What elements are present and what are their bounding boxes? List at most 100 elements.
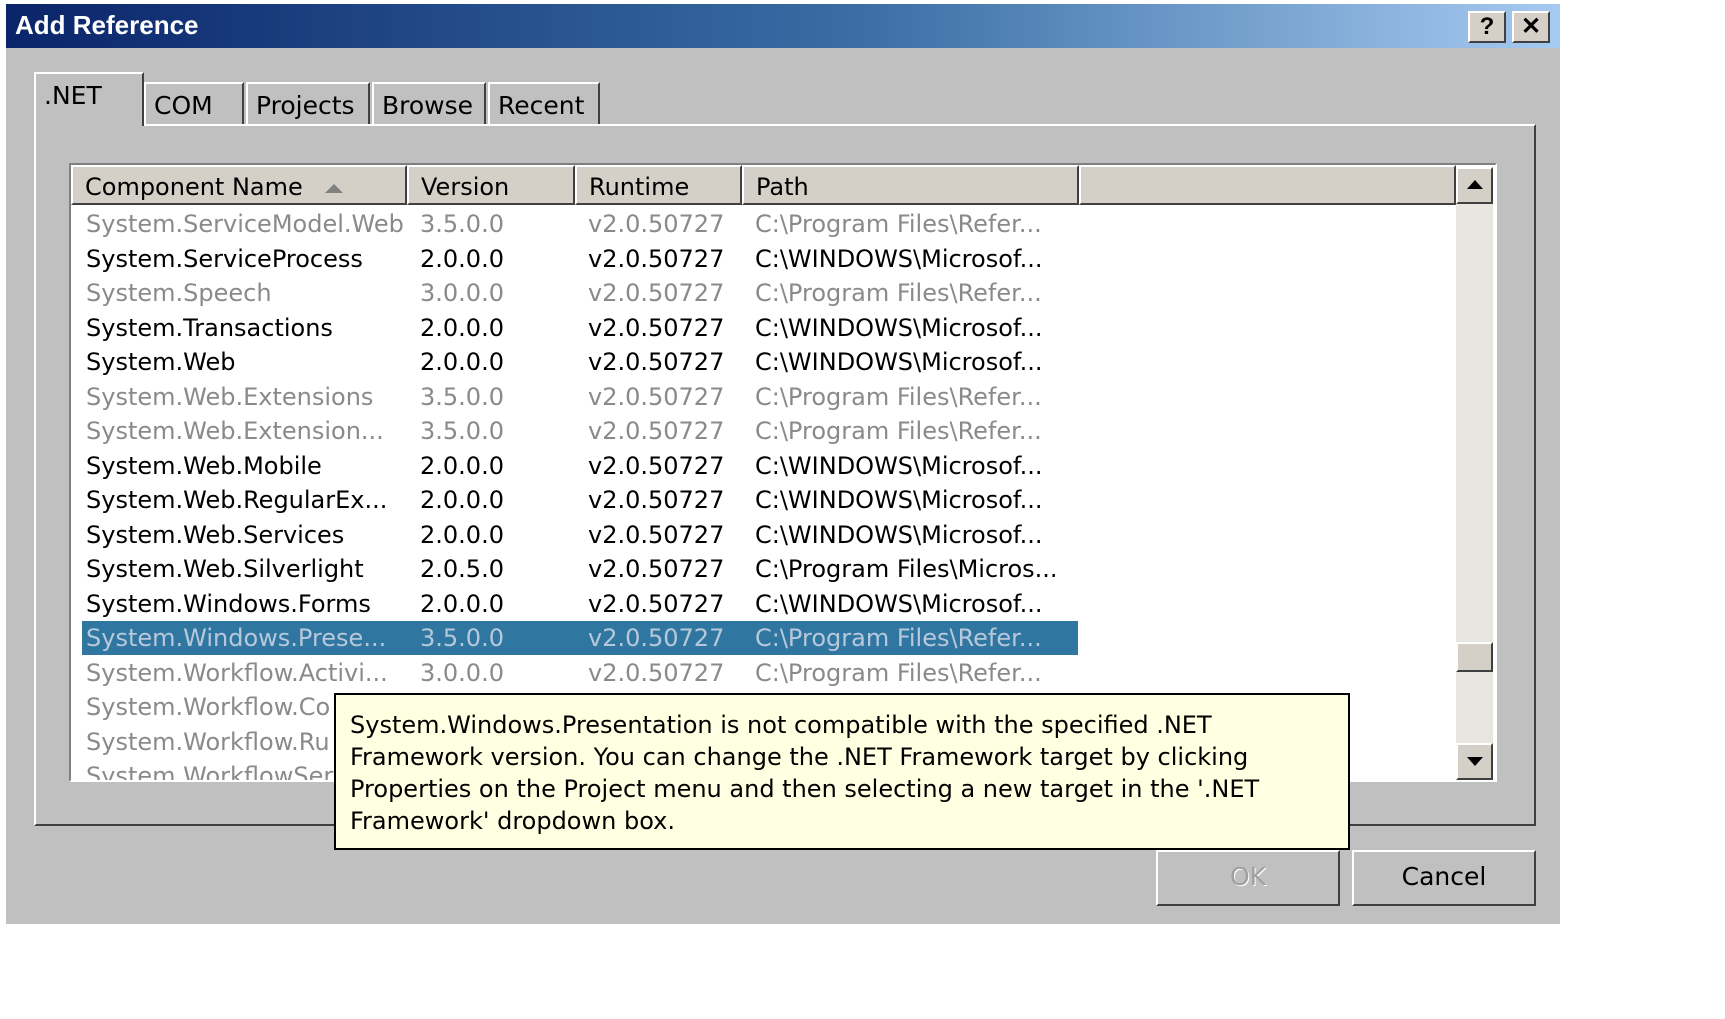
tab-label: COM	[154, 91, 213, 120]
help-button[interactable]: ?	[1468, 11, 1506, 43]
table-row[interactable]: System.Windows.Forms 2.0.0.0 v2.0.50727 C:\…	[82, 587, 1078, 621]
cell-name: System.Web.RegularEx...	[86, 486, 388, 514]
tab-label: .NET	[44, 81, 102, 110]
cell-path: C:\WINDOWS\Microsof...	[755, 520, 1043, 549]
sort-ascending-icon	[324, 183, 343, 193]
tab-dotnet[interactable]: .NET	[34, 72, 144, 126]
table-row[interactable]: System.Web 2.0.0.0 v2.0.50727 C:\WINDOWS\Mi…	[82, 345, 1078, 379]
tab-label: Browse	[382, 91, 474, 120]
cell-version: 2.0.5.0	[420, 555, 504, 583]
cell-name: System.Transactions	[86, 313, 333, 342]
column-header-component-name[interactable]: Component Name	[71, 165, 407, 205]
table-row[interactable]: System.Web.RegularEx... 2.0.0.0 v2.0.50727…	[82, 483, 1078, 517]
cell-name: System.Workflow.Ru	[86, 727, 330, 756]
ok-button[interactable]: OK	[1156, 850, 1340, 906]
cell-runtime: v2.0.50727	[588, 555, 725, 583]
table-row[interactable]: System.Workflow.Activi... 3.0.0.0 v2.0.507…	[82, 656, 1078, 690]
arrow-up-icon	[1467, 180, 1483, 189]
tab-label: Recent	[498, 91, 585, 120]
cell-runtime: v2.0.50727	[588, 658, 725, 687]
cell-runtime: v2.0.50727	[588, 451, 725, 480]
cell-name: System.ServiceModel.Web	[86, 210, 404, 238]
cell-runtime: v2.0.50727	[588, 210, 725, 238]
table-row[interactable]: System.Web.Silverlight 2.0.5.0 v2.0.50727 C…	[82, 552, 1078, 586]
close-icon: ✕	[1520, 13, 1542, 40]
cell-path: C:\Program Files\Refer...	[755, 624, 1042, 652]
component-list[interactable]: Component Name Version Runtime Path Syst…	[69, 163, 1497, 782]
cell-version: 3.5.0.0	[420, 624, 504, 652]
cell-name: System.Web.Extensions	[86, 382, 374, 411]
column-header-runtime[interactable]: Runtime	[575, 165, 742, 205]
cell-path: C:\WINDOWS\Microsof...	[755, 589, 1043, 618]
cell-name: System.WorkflowSer	[86, 762, 334, 782]
cell-name: System.Web.Extension...	[86, 417, 384, 445]
title-bar[interactable]: Add Reference ? ✕	[6, 4, 1560, 48]
cell-runtime: v2.0.50727	[588, 417, 725, 445]
table-row[interactable]: System.Transactions 2.0.0.0 v2.0.50727 C:\W…	[82, 311, 1078, 345]
table-row[interactable]: System.Web.Mobile 2.0.0.0 v2.0.50727 C:\WIN…	[82, 449, 1078, 483]
cell-path: C:\WINDOWS\Microsof...	[755, 244, 1043, 273]
cell-runtime: v2.0.50727	[588, 486, 725, 514]
table-row[interactable]: System.Speech 3.0.0.0 v2.0.50727 C:\Program…	[82, 276, 1078, 310]
column-header-label: Version	[421, 173, 510, 201]
cell-path: C:\WINDOWS\Microsof...	[755, 486, 1043, 514]
column-header-label: Path	[756, 173, 809, 201]
help-icon: ?	[1479, 13, 1495, 40]
close-button[interactable]: ✕	[1512, 11, 1550, 43]
tab-recent[interactable]: Recent	[488, 82, 600, 126]
cell-version: 2.0.0.0	[420, 348, 504, 376]
cell-path: C:\Program Files\Refer...	[755, 210, 1042, 238]
cell-path: C:\WINDOWS\Microsof...	[755, 348, 1043, 376]
cell-version: 3.0.0.0	[420, 658, 504, 687]
scroll-down-button[interactable]	[1456, 743, 1493, 780]
cell-name: System.Windows.Forms	[86, 589, 371, 618]
cell-runtime: v2.0.50727	[588, 348, 725, 376]
cell-runtime: v2.0.50727	[588, 589, 725, 618]
cell-name: System.Windows.Prese...	[86, 624, 387, 652]
tab-browse[interactable]: Browse	[372, 82, 486, 126]
cell-name: System.Web.Silverlight	[86, 555, 364, 583]
cell-path: C:\WINDOWS\Microsof...	[755, 451, 1043, 480]
cell-path: C:\Program Files\Refer...	[755, 658, 1042, 687]
cell-path: C:\Program Files\Micros...	[755, 555, 1058, 583]
window-title: Add Reference	[15, 10, 199, 40]
cell-name: System.Workflow.Activi...	[86, 658, 388, 687]
cell-version: 3.5.0.0	[420, 417, 504, 445]
cell-runtime: v2.0.50727	[588, 624, 725, 652]
cell-runtime: v2.0.50727	[588, 279, 725, 307]
table-row[interactable]: System.ServiceModel.Web 3.5.0.0 v2.0.50727…	[82, 207, 1078, 241]
arrow-down-icon	[1467, 757, 1483, 766]
cell-runtime: v2.0.50727	[588, 244, 725, 273]
column-header-version[interactable]: Version	[407, 165, 575, 205]
table-row[interactable]: System.Web.Extension... 3.5.0.0 v2.0.50727…	[82, 414, 1078, 448]
table-row-selected[interactable]: System.Windows.Prese... 3.5.0.0 v2.0.50727…	[82, 621, 1078, 655]
column-header-label: Runtime	[589, 173, 690, 201]
cell-version: 2.0.0.0	[420, 244, 504, 273]
table-row[interactable]: System.ServiceProcess 2.0.0.0 v2.0.50727 C:…	[82, 242, 1078, 276]
cell-name: System.Web.Services	[86, 520, 345, 549]
tab-projects[interactable]: Projects	[246, 82, 370, 126]
cell-runtime: v2.0.50727	[588, 382, 725, 411]
column-header-label: Component Name	[85, 173, 303, 201]
table-row[interactable]: System.Web.Extensions 3.5.0.0 v2.0.50727 C:…	[82, 380, 1078, 414]
cancel-button[interactable]: Cancel	[1352, 850, 1536, 906]
column-header-path[interactable]: Path	[742, 165, 1079, 205]
vertical-scrollbar[interactable]	[1456, 167, 1493, 780]
cell-path: C:\Program Files\Refer...	[755, 417, 1042, 445]
tab-com[interactable]: COM	[144, 82, 244, 126]
scroll-thumb[interactable]	[1456, 642, 1493, 672]
compatibility-tooltip: System.Windows.Presentation is not compa…	[334, 693, 1350, 850]
cell-name: System.Web.Mobile	[86, 451, 322, 480]
cell-version: 3.5.0.0	[420, 382, 504, 411]
cell-version: 3.0.0.0	[420, 279, 504, 307]
cell-name: System.ServiceProcess	[86, 244, 363, 273]
cell-name: System.Speech	[86, 279, 272, 307]
cell-version: 3.5.0.0	[420, 210, 504, 238]
scroll-up-button[interactable]	[1456, 167, 1493, 204]
cell-version: 2.0.0.0	[420, 589, 504, 618]
cell-name: System.Workflow.Co	[86, 693, 331, 721]
cell-version: 2.0.0.0	[420, 486, 504, 514]
cell-runtime: v2.0.50727	[588, 313, 725, 342]
table-row[interactable]: System.Web.Services 2.0.0.0 v2.0.50727 C:\W…	[82, 518, 1078, 552]
cell-path: C:\Program Files\Refer...	[755, 279, 1042, 307]
